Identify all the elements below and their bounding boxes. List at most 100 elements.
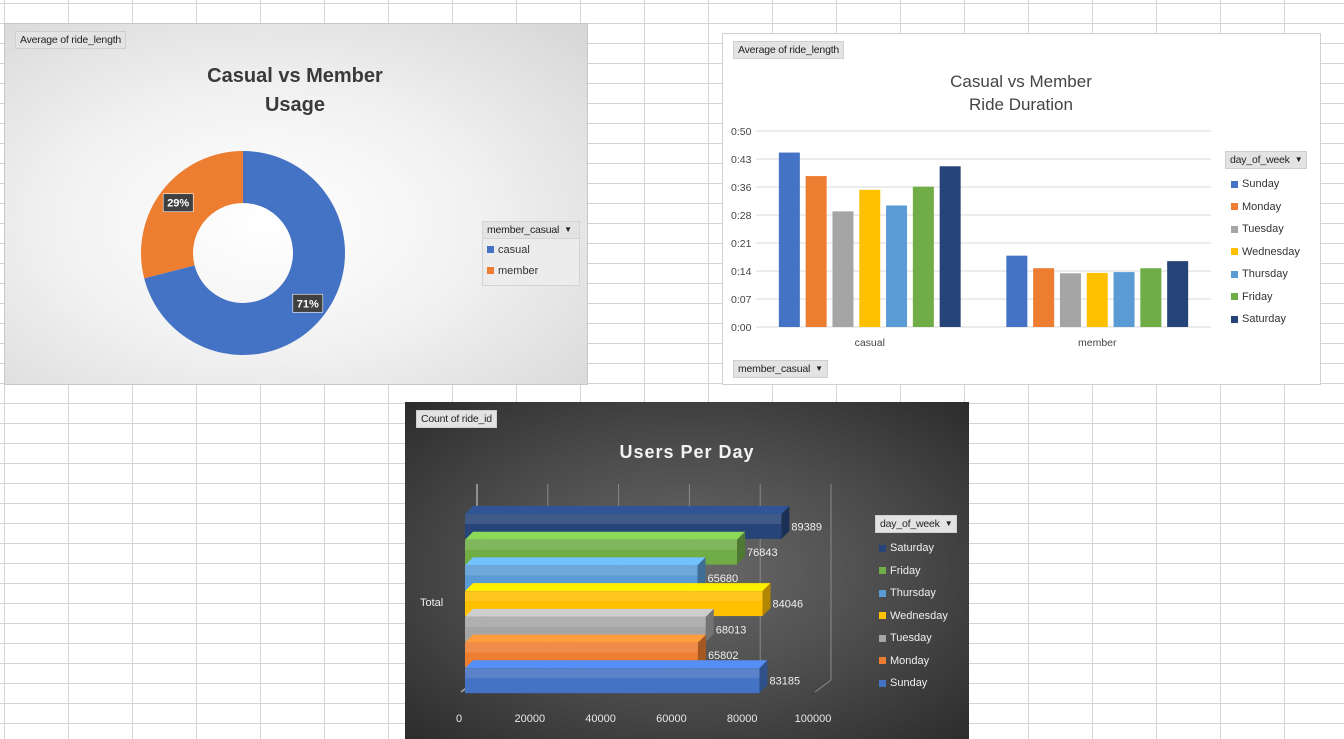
y-tick-label: 0:14 xyxy=(731,266,752,278)
legend-swatch xyxy=(1231,248,1238,256)
legend-label: casual xyxy=(498,243,530,256)
legend-item-friday: Friday xyxy=(1225,286,1307,309)
bar-top-saturday xyxy=(465,506,790,514)
legend-item-saturday: Saturday xyxy=(875,537,957,560)
legend-item-member: member xyxy=(483,260,579,281)
x-tick-label: 80000 xyxy=(727,713,758,725)
bar-top-wednesday xyxy=(465,583,771,592)
legend-swatch xyxy=(1231,315,1238,323)
legend-label: Monday xyxy=(1242,200,1282,213)
y-tick-label: 0:28 xyxy=(731,210,752,222)
bar-casual-sunday xyxy=(778,152,800,327)
bar-highlight-monday xyxy=(465,642,698,653)
legend-field-button[interactable]: day_of_week ▼ xyxy=(1225,151,1308,169)
data-label-tuesday: 68013 xyxy=(716,624,747,636)
bar-top-monday xyxy=(465,634,706,643)
bar-highlight-thursday xyxy=(465,565,698,576)
chart-title-line-1: Casual vs Member xyxy=(950,72,1092,91)
users-per-day-chart-panel[interactable]: Count of ride_id Users Per Day 0 20000 400… xyxy=(405,402,969,739)
bar-casual-wednesday xyxy=(859,189,881,327)
x-tick-label: 100000 xyxy=(795,713,832,725)
legend-swatch xyxy=(1231,203,1238,211)
legend-swatch xyxy=(487,246,494,253)
legend-label: Friday xyxy=(890,564,921,577)
floor-gridline xyxy=(814,679,832,693)
legend-field-button[interactable]: member_casual ▼ xyxy=(483,222,579,239)
bar-casual-friday xyxy=(912,186,934,327)
legend-label: Thursday xyxy=(890,587,936,600)
data-label-saturday: 89389 xyxy=(791,521,822,533)
bar-casual-monday xyxy=(805,176,827,327)
donut-slice-member xyxy=(141,151,243,279)
donut-legend: member_casual ▼ casual member xyxy=(482,221,580,286)
x-category-label: casual xyxy=(855,337,885,349)
x-tick-label: 40000 xyxy=(585,713,616,725)
ride-duration-chart-panel[interactable]: Average of ride_length Casual vs Member … xyxy=(722,33,1321,385)
legend-swatch xyxy=(1231,270,1238,278)
bar-casual-thursday xyxy=(886,205,908,327)
legend-label: Monday xyxy=(890,654,930,667)
y-category-label: Total xyxy=(420,597,443,609)
legend-swatch xyxy=(879,634,886,642)
bar-member-monday xyxy=(1033,268,1055,327)
legend-swatch xyxy=(879,544,886,552)
bar-highlight-sunday xyxy=(465,668,760,679)
legend-item-tuesday: Tuesday xyxy=(1225,218,1307,241)
legend-swatch xyxy=(1231,293,1238,301)
data-label-monday: 65802 xyxy=(708,650,739,662)
y-tick-label: 0:43 xyxy=(731,154,752,166)
legend-item-wednesday: Wednesday xyxy=(875,605,957,628)
legend-label: Thursday xyxy=(1242,268,1288,281)
chart-title: Users Per Day xyxy=(619,442,754,462)
legend-item-tuesday: Tuesday xyxy=(875,627,957,650)
legend-item-sunday: Sunday xyxy=(1225,173,1307,196)
data-label-sunday: 83185 xyxy=(769,676,800,688)
bar-casual-saturday xyxy=(939,166,961,327)
data-label-wednesday: 84046 xyxy=(773,599,804,611)
chart-title-line-2: Ride Duration xyxy=(969,95,1073,114)
legend-label: Wednesday xyxy=(1242,245,1300,258)
dropdown-arrow-icon: ▼ xyxy=(1294,155,1303,164)
legend-label: Sunday xyxy=(890,677,928,690)
legend-swatch xyxy=(879,567,886,575)
day-of-week-legend: day_of_week ▼ Saturday Friday Thursday Wedne… xyxy=(875,514,958,695)
legend-swatch xyxy=(879,657,886,665)
data-label-thursday: 65680 xyxy=(708,573,739,585)
data-label-friday: 76843 xyxy=(747,547,778,559)
legend-item-casual: casual xyxy=(483,239,579,260)
legend-label: Tuesday xyxy=(890,632,932,645)
bar-top-sunday xyxy=(465,660,768,669)
bar-highlight-friday xyxy=(465,539,738,550)
legend-item-sunday: Sunday xyxy=(875,672,957,695)
legend-swatch xyxy=(1231,225,1238,233)
legend-label: member xyxy=(498,264,539,277)
bar-member-friday xyxy=(1140,268,1162,327)
legend-label: Friday xyxy=(1242,290,1273,303)
legend-label: Tuesday xyxy=(1242,223,1284,236)
dropdown-arrow-icon: ▼ xyxy=(944,519,953,528)
bar-highlight-saturday xyxy=(465,514,782,524)
donut-chart-panel[interactable]: Average of ride_length Casual vs Member … xyxy=(4,23,588,385)
legend-item-monday: Monday xyxy=(875,650,957,673)
legend-swatch xyxy=(879,679,886,687)
x-tick-label: 60000 xyxy=(656,713,687,725)
data-label-casual: 71% xyxy=(297,298,319,310)
legend-label: Wednesday xyxy=(890,609,948,622)
legend-item-saturday: Saturday xyxy=(1225,308,1307,331)
bar-highlight-tuesday xyxy=(465,616,706,627)
legend-item-thursday: Thursday xyxy=(1225,263,1307,286)
axis-field-button[interactable]: member_casual ▼ xyxy=(733,360,828,378)
bar-member-thursday xyxy=(1113,272,1135,327)
y-tick-label: 0:36 xyxy=(731,182,752,194)
x-category-label: member xyxy=(1078,337,1117,349)
legend-field-button[interactable]: day_of_week ▼ xyxy=(875,515,958,533)
chart-title-line-2: Usage xyxy=(265,94,325,116)
y-tick-label: 0:50 xyxy=(731,126,752,138)
legend-swatch xyxy=(879,612,886,620)
bar-member-saturday xyxy=(1167,261,1189,327)
legend-swatch xyxy=(879,589,886,597)
chart-title-line-1: Casual vs Member xyxy=(207,65,383,87)
donut-chart: Casual vs Member Usage 71% 29% xyxy=(141,65,383,355)
x-tick-label: 20000 xyxy=(515,713,546,725)
bar-top-thursday xyxy=(465,557,706,566)
